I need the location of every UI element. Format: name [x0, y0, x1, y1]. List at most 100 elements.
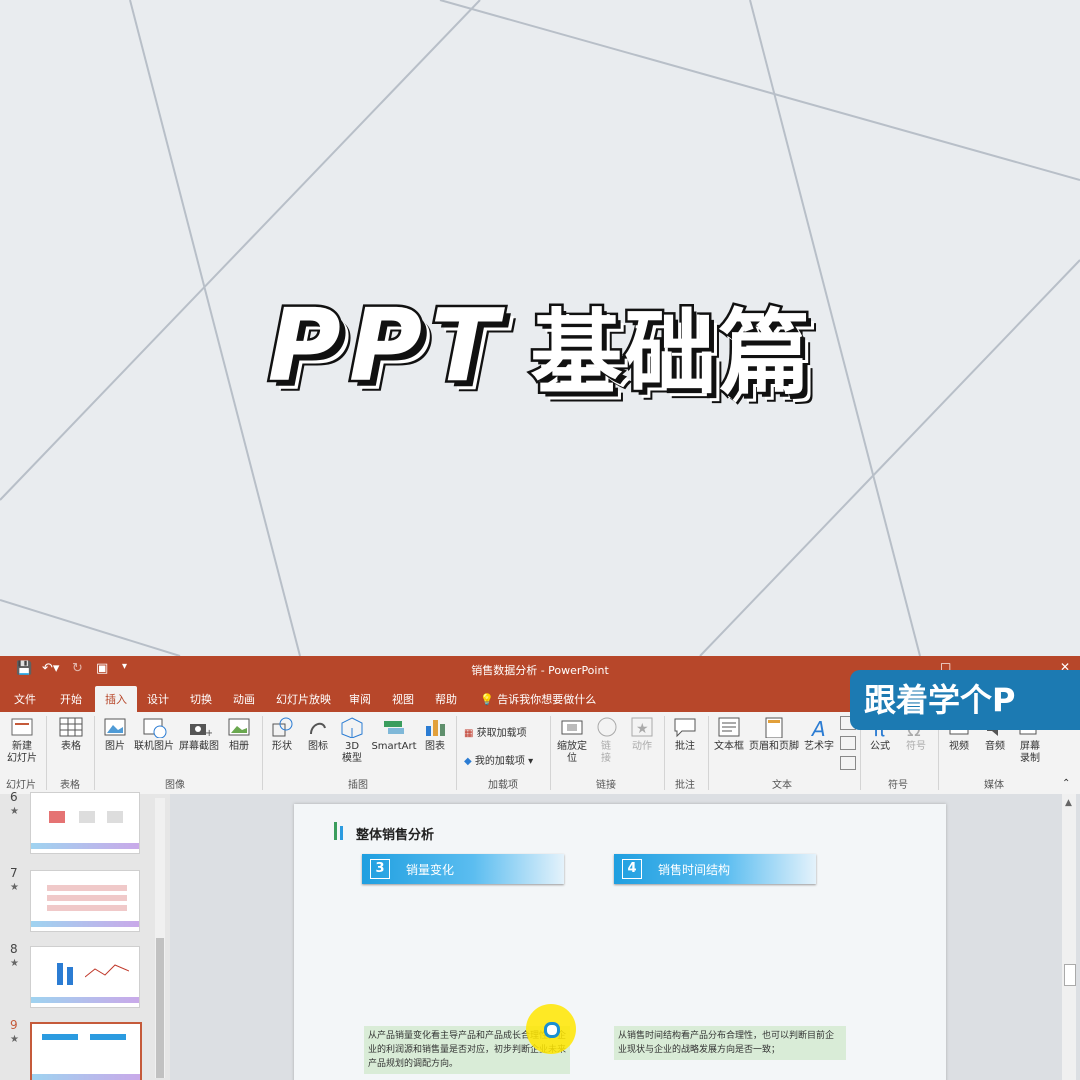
tab-home[interactable]: 开始	[60, 691, 82, 707]
album-button[interactable]: 相册	[224, 716, 254, 753]
thumbnail-slide-8[interactable]	[30, 946, 140, 1008]
tab-animations[interactable]: 动画	[233, 691, 255, 707]
tab-slideshow[interactable]: 幻灯片放映	[276, 691, 331, 707]
separator	[708, 716, 709, 790]
screen-record-label: 屏幕 录制	[1020, 741, 1040, 764]
separator	[456, 716, 457, 790]
my-addins-label: 我的加载项	[474, 756, 525, 767]
scroll-up-icon[interactable]: ▲	[1065, 798, 1072, 808]
thumbnail-animation-star: ★	[10, 882, 19, 893]
3d-model-label: 3D 模型	[342, 741, 362, 764]
svg-text:+: +	[205, 728, 212, 738]
tab-file[interactable]: 文件	[14, 691, 36, 707]
wordart-button[interactable]: A 艺术字	[802, 716, 836, 753]
online-picture-button[interactable]: 联机图片	[132, 716, 176, 753]
zoom-icon	[561, 720, 583, 735]
section-label: 销量变化	[406, 863, 455, 877]
picture-icon	[104, 718, 126, 736]
section-number: 4	[622, 859, 642, 879]
tell-me-search[interactable]: 💡 告诉我你想要做什么	[480, 691, 596, 707]
addins-icon: ◆	[464, 756, 472, 767]
svg-text:A: A	[810, 717, 826, 738]
current-slide[interactable]: 整体销售分析 3 销量变化 4 销售时间结构 从产品销量变化看主导产品和产品成长…	[294, 804, 946, 1080]
tab-transitions[interactable]: 切换	[190, 691, 212, 707]
audio-label: 音频	[985, 741, 1005, 752]
group-media: 媒体	[984, 780, 1004, 791]
group-text: 文本	[772, 780, 792, 791]
new-slide-icon	[11, 718, 33, 736]
editor-scrollbar[interactable]: ▲	[1062, 794, 1076, 1080]
zoom-label: 缩放定 位	[557, 741, 587, 764]
screenshot-label: 屏幕截图	[179, 741, 219, 752]
group-symbols: 符号	[888, 780, 908, 791]
camera-icon: +	[190, 724, 212, 738]
section-header-sales-volume[interactable]: 3 销量变化	[362, 854, 564, 884]
description-right[interactable]: 从销售时间结构看产品分布合理性，也可以判断目前企业现状与企业的战略发展方向是否一…	[614, 1026, 846, 1060]
get-addins-button[interactable]: ▦ 获取加载项	[464, 724, 527, 739]
icons-label: 图标	[308, 741, 328, 752]
object-icon[interactable]	[840, 756, 856, 770]
section-header-sales-time[interactable]: 4 销售时间结构	[614, 854, 816, 884]
chart-button[interactable]: 图表	[420, 716, 450, 753]
header-footer-button[interactable]: 页眉和页脚	[748, 716, 800, 753]
comment-icon	[674, 718, 696, 738]
scrollbar-thumb[interactable]	[156, 938, 164, 1078]
tab-view[interactable]: 视图	[392, 691, 414, 707]
album-label: 相册	[229, 741, 249, 752]
thumbnail-slide-9[interactable]	[30, 1022, 142, 1080]
textbox-button[interactable]: 文本框	[712, 716, 746, 753]
thumbnail-number: 7	[10, 866, 18, 880]
screenshot-button[interactable]: + 屏幕截图	[177, 716, 221, 753]
wordart-icon: A	[810, 717, 826, 738]
thumbnail-number: 9	[10, 1018, 18, 1032]
thumbnail-scrollbar[interactable]	[155, 798, 165, 1078]
shapes-button[interactable]: 形状	[268, 716, 296, 753]
action-star-icon: ★	[631, 717, 653, 737]
slide-thumbnails-pane: 6 ★ 7 ★ 8 ★ 9 ★	[0, 790, 170, 1080]
picture-button[interactable]: 图片	[100, 716, 130, 753]
slide-title[interactable]: 整体销售分析	[356, 824, 434, 843]
collapse-ribbon-icon[interactable]: ⌃	[1062, 778, 1070, 789]
my-addins-button[interactable]: ◆ 我的加载项 ▾	[464, 752, 533, 767]
thumbnail-slide-6[interactable]	[30, 792, 140, 854]
equation-label: 公式	[870, 741, 890, 752]
video-label: 视频	[949, 741, 969, 752]
globe-link-icon	[597, 717, 617, 737]
tab-insert[interactable]: 插入	[95, 686, 137, 712]
comment-button[interactable]: 批注	[670, 716, 700, 753]
tab-review[interactable]: 审阅	[349, 691, 371, 707]
overlay-title-cjk: 基础篇	[528, 297, 813, 409]
section-number: 3	[370, 859, 390, 879]
action-button[interactable]: ★ 动作	[628, 716, 656, 753]
slide-editor: 整体销售分析 3 销量变化 4 销售时间结构 从产品销量变化看主导产品和产品成长…	[170, 794, 1080, 1080]
action-label: 动作	[632, 741, 652, 752]
link-button[interactable]: 链 接	[594, 716, 618, 765]
textbox-label: 文本框	[714, 741, 744, 752]
symbol-label: 符号	[906, 741, 926, 752]
zoom-button[interactable]: 缩放定 位	[554, 716, 590, 765]
thumbnail-number: 6	[10, 790, 18, 804]
separator	[46, 716, 47, 790]
smartart-button[interactable]: SmartArt	[370, 716, 418, 753]
cursor-highlight	[526, 1004, 576, 1054]
group-tables: 表格	[60, 780, 80, 791]
new-slide-button[interactable]: 新建 幻灯片	[2, 716, 42, 765]
mini-line-chart	[85, 964, 129, 978]
scrollbar-thumb[interactable]	[1064, 964, 1076, 986]
watermark-badge: 跟着学个P	[850, 670, 1080, 730]
table-button[interactable]: 表格	[54, 716, 88, 753]
separator	[94, 716, 95, 790]
thumbnail-slide-7[interactable]	[30, 870, 140, 932]
3d-model-button[interactable]: 3D 模型	[338, 716, 366, 765]
thumbnail-animation-star: ★	[10, 958, 19, 969]
tab-design[interactable]: 设计	[147, 691, 169, 707]
picture-label: 图片	[105, 741, 125, 752]
new-slide-label: 新建 幻灯片	[7, 741, 37, 764]
group-slides: 幻灯片	[6, 780, 36, 791]
slide-number-icon[interactable]	[840, 736, 856, 750]
group-addins: 加载项	[488, 780, 518, 791]
album-icon	[228, 718, 250, 736]
group-illustrations: 插图	[348, 780, 368, 791]
tab-help[interactable]: 帮助	[435, 691, 457, 707]
icons-button[interactable]: 图标	[304, 716, 332, 753]
